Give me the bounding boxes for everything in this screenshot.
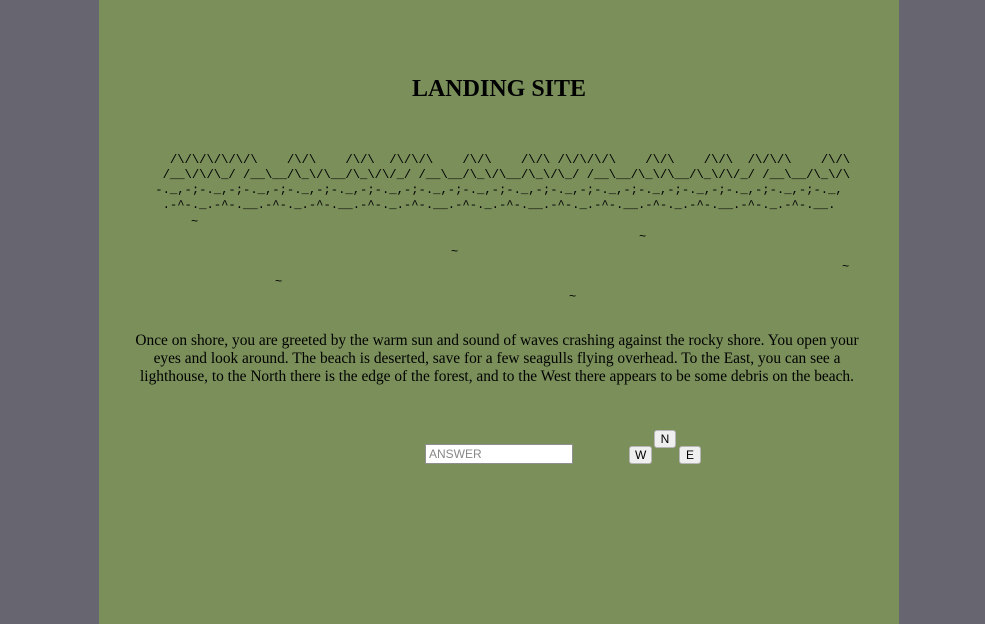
wave-mark: ~ bbox=[275, 275, 283, 289]
wave-mark: ~ bbox=[569, 290, 577, 304]
page-title: LANDING SITE bbox=[411, 76, 587, 102]
west-button[interactable]: W bbox=[629, 446, 653, 464]
content-panel: LANDING SITE /\/\/\/\/\/\ /\/\ /\/\ /\/\… bbox=[99, 0, 899, 624]
wave-mark: ~ bbox=[191, 215, 199, 229]
east-button[interactable]: E bbox=[679, 446, 701, 464]
wave-mark: ~ bbox=[639, 230, 647, 244]
answer-input[interactable] bbox=[425, 444, 573, 464]
ascii-art-shoreline: /\/\/\/\/\/\ /\/\ /\/\ /\/\/\ /\/\ /\/\ … bbox=[155, 153, 851, 212]
north-button[interactable]: N bbox=[654, 430, 676, 448]
wave-mark: ~ bbox=[451, 245, 459, 259]
wave-mark: ~ bbox=[842, 260, 850, 274]
story-text: Once on shore, you are greeted by the wa… bbox=[135, 332, 859, 385]
